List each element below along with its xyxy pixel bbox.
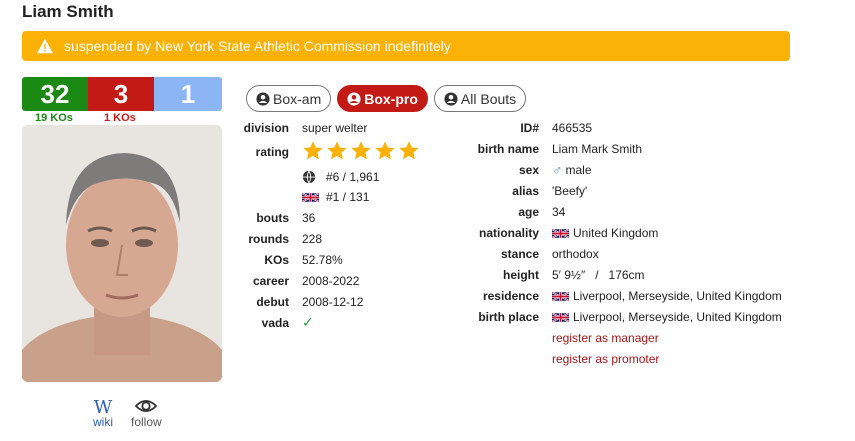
- stance-label: stance: [500, 247, 539, 261]
- uk-flag-icon: [552, 227, 569, 239]
- uk-flag-icon: [552, 290, 569, 302]
- male-icon: ♂: [552, 162, 563, 178]
- tab-label: All Bouts: [460, 90, 517, 107]
- follow-link[interactable]: follow: [131, 397, 162, 429]
- rating-label: rating: [255, 145, 289, 159]
- record-bar: 32 3 1: [22, 77, 222, 111]
- globe-icon: [302, 170, 316, 184]
- user-icon: [347, 91, 361, 106]
- rounds-label: rounds: [248, 232, 289, 246]
- age-label: age: [518, 205, 539, 219]
- height-value: 5′ 9½″ / 176cm: [552, 268, 645, 282]
- sex-label: sex: [518, 163, 539, 177]
- world-rank[interactable]: #6 / 1,961: [302, 170, 379, 184]
- win-kos: 19 KOs: [35, 112, 73, 124]
- tab-label: Box-am: [273, 90, 322, 107]
- portrait-image: [22, 125, 222, 382]
- tab-label: Box-pro: [364, 90, 418, 107]
- bouts-label: bouts: [256, 211, 289, 225]
- alert-text: suspended by New York State Athletic Com…: [64, 38, 451, 54]
- register-promoter-link[interactable]: register as promoter: [552, 352, 659, 366]
- wiki-link[interactable]: W wiki: [93, 397, 113, 429]
- career-value: 2008-2022: [302, 274, 360, 288]
- kos-label: KOs: [264, 253, 289, 267]
- residence-label: residence: [482, 289, 539, 303]
- vada-label: vada: [261, 316, 289, 330]
- wiki-label: wiki: [93, 415, 113, 429]
- birth-place-label: birth place: [478, 310, 539, 324]
- draws-count: 1: [154, 77, 222, 111]
- debut-label: debut: [256, 295, 289, 309]
- id-label: ID#: [520, 121, 539, 135]
- tab-box-am[interactable]: Box-am: [246, 85, 332, 112]
- birth-place-text: Liverpool, Merseyside, United Kingdom: [573, 310, 782, 324]
- sex-value: ♂ male: [552, 162, 592, 178]
- id-value: 466535: [552, 121, 593, 135]
- record-tabs: Box-am Box-pro All Bouts: [246, 85, 527, 112]
- star-icon: [399, 141, 419, 160]
- check-icon: ✓: [302, 314, 314, 330]
- bouts-value: 36: [302, 211, 316, 225]
- birth-name-value: Liam Mark Smith: [552, 142, 643, 156]
- losses-count: 3: [88, 77, 154, 111]
- age-value: 34: [552, 205, 566, 219]
- birth-name-label: birth name: [477, 142, 539, 156]
- star-icon: [327, 141, 347, 160]
- sex-text: male: [565, 163, 592, 177]
- rounds-value: 228: [302, 232, 323, 246]
- tab-all-bouts[interactable]: All Bouts: [433, 85, 527, 112]
- division-value[interactable]: super welter: [302, 121, 367, 135]
- boxer-name: Liam Smith: [22, 2, 114, 21]
- follow-label: follow: [131, 415, 162, 429]
- boxer-photo: [22, 125, 222, 382]
- rating-stars: [302, 140, 420, 162]
- birth-place-value[interactable]: Liverpool, Merseyside, United Kingdom: [552, 310, 782, 324]
- suspension-alert: suspended by New York State Athletic Com…: [22, 31, 790, 61]
- residence-value[interactable]: Liverpool, Merseyside, United Kingdom: [552, 289, 782, 303]
- career-label: career: [252, 274, 289, 288]
- alias-label: alias: [512, 184, 539, 198]
- star-icon: [303, 141, 323, 160]
- user-icon: [256, 91, 270, 106]
- loss-kos: 1 KOs: [104, 112, 136, 124]
- nationality-text: United Kingdom: [573, 226, 659, 240]
- user-icon: [444, 91, 458, 106]
- nationality-label: nationality: [478, 226, 539, 240]
- uk-flag-icon: [302, 191, 319, 203]
- kos-value: 52.78%: [302, 253, 343, 267]
- division-label: division: [243, 121, 289, 135]
- world-rank-value: #6 / 1,961: [326, 170, 380, 184]
- register-manager-link[interactable]: register as manager: [552, 331, 659, 345]
- stance-value: orthodox: [552, 247, 599, 261]
- nationality-value[interactable]: United Kingdom: [552, 226, 658, 240]
- eye-icon: [131, 397, 162, 415]
- star-icon: [375, 141, 395, 160]
- height-label: height: [503, 268, 539, 282]
- tab-box-pro[interactable]: Box-pro: [337, 85, 428, 112]
- debut-value[interactable]: 2008-12-12: [302, 295, 363, 309]
- uk-flag-icon: [552, 311, 569, 323]
- alias-value: 'Beefy': [552, 184, 588, 198]
- warning-icon: [37, 38, 53, 54]
- uk-rank[interactable]: #1 / 131: [302, 190, 369, 204]
- uk-rank-value: #1 / 131: [326, 190, 370, 204]
- wikipedia-icon: W: [93, 397, 113, 418]
- star-icon: [351, 141, 371, 160]
- residence-text: Liverpool, Merseyside, United Kingdom: [573, 289, 782, 303]
- wins-count: 32: [22, 77, 88, 111]
